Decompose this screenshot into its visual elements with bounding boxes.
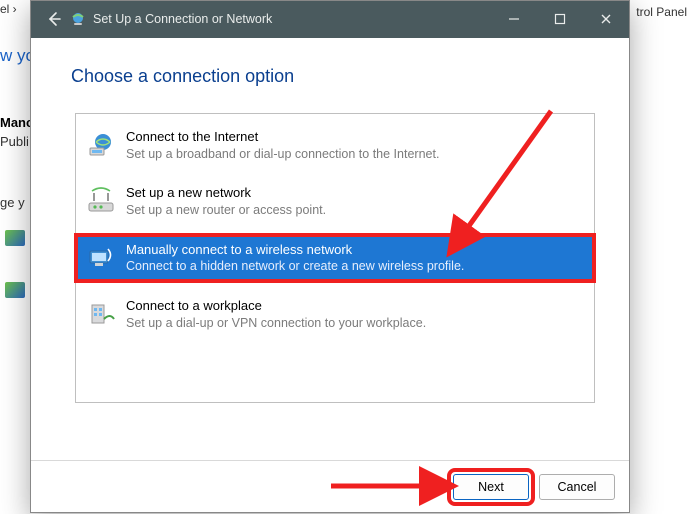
option-manual-wireless[interactable]: Manually connect to a wireless network C… xyxy=(76,235,594,281)
minimize-button[interactable] xyxy=(491,1,537,37)
cancel-button[interactable]: Cancel xyxy=(539,474,615,500)
option-title: Connect to a workplace xyxy=(126,297,426,315)
close-button[interactable] xyxy=(583,1,629,37)
globe-icon xyxy=(86,130,116,160)
bg-network-icon-1 xyxy=(5,230,25,246)
dialog-footer: Next Cancel xyxy=(31,460,629,512)
building-icon xyxy=(86,299,116,329)
option-desc: Set up a new router or access point. xyxy=(126,202,326,219)
bg-text-2: Publi xyxy=(0,134,29,149)
option-desc: Set up a broadband or dial-up connection… xyxy=(126,146,439,163)
bg-network-icon-2 xyxy=(5,282,25,298)
connection-options-list: Connect to the Internet Set up a broadba… xyxy=(75,113,595,403)
next-button[interactable]: Next xyxy=(453,474,529,500)
bg-text-3: ge y xyxy=(0,195,25,210)
option-workplace[interactable]: Connect to a workplace Set up a dial-up … xyxy=(76,291,594,337)
breadcrumb-fragment: el › xyxy=(0,2,17,16)
option-title: Connect to the Internet xyxy=(126,128,439,146)
option-new-network[interactable]: Set up a new network Set up a new router… xyxy=(76,178,594,224)
option-desc: Set up a dial-up or VPN connection to yo… xyxy=(126,315,426,332)
wireless-computer-icon xyxy=(86,243,116,273)
dialog-client-area: Choose a connection option Connect to th… xyxy=(31,37,629,460)
dialog-title: Set Up a Connection or Network xyxy=(93,12,272,26)
option-connect-internet[interactable]: Connect to the Internet Set up a broadba… xyxy=(76,122,594,168)
back-button[interactable] xyxy=(41,6,67,32)
bg-top-right-text: trol Panel xyxy=(636,5,687,19)
option-title: Manually connect to a wireless network xyxy=(126,241,464,259)
arrow-left-icon xyxy=(46,11,62,27)
maximize-button[interactable] xyxy=(537,1,583,37)
wizard-icon xyxy=(69,10,87,28)
bg-text-1: Manc xyxy=(0,115,33,130)
page-heading: Choose a connection option xyxy=(71,66,589,87)
router-icon xyxy=(86,187,116,217)
titlebar: Set Up a Connection or Network xyxy=(31,1,629,37)
option-title: Set up a new network xyxy=(126,184,326,202)
wizard-dialog: Set Up a Connection or Network Choose a … xyxy=(30,0,630,513)
option-desc: Connect to a hidden network or create a … xyxy=(126,258,464,275)
